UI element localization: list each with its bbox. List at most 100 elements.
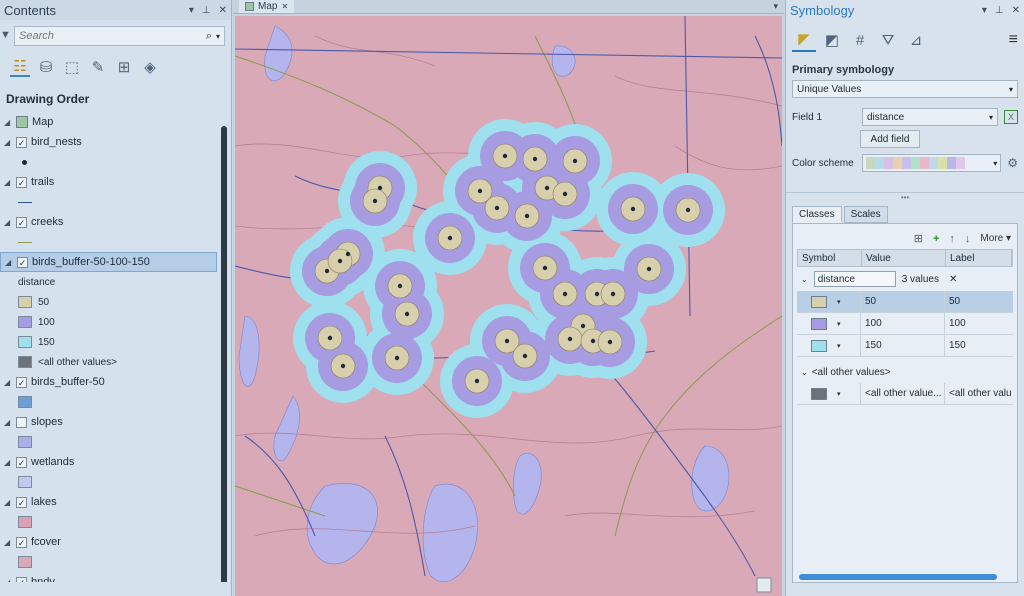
chevron-down-icon[interactable]: ▾ xyxy=(837,298,841,306)
add-all-values-icon[interactable]: ⊞ xyxy=(914,232,923,245)
expand-caret-icon[interactable]: ◢ xyxy=(4,178,12,187)
search-icon[interactable]: ⌕ xyxy=(206,30,212,43)
class-value[interactable]: 100 xyxy=(861,313,945,334)
expand-caret-icon[interactable]: ◢ xyxy=(4,498,12,507)
symbol-layers-icon[interactable]: # xyxy=(848,28,872,52)
chevron-down-icon[interactable]: ⌄ xyxy=(801,368,808,377)
polygon-swatch[interactable] xyxy=(18,436,32,448)
bird-nest-point[interactable] xyxy=(324,268,330,274)
group-heading-input[interactable]: distance xyxy=(813,271,896,287)
layer-birds-buffer-50-100-150[interactable]: ◢ ✓ birds_buffer-50-100-150 xyxy=(0,252,217,272)
horizontal-scrollbar[interactable] xyxy=(799,574,997,580)
legend-swatch[interactable] xyxy=(18,356,32,368)
polygon-swatch[interactable] xyxy=(18,516,32,528)
chevron-down-icon[interactable]: ▾ xyxy=(837,320,841,328)
pane-options-icon[interactable]: ▾ xyxy=(982,5,987,16)
bird-nest-point[interactable] xyxy=(594,291,600,297)
bird-nest-point[interactable] xyxy=(504,338,510,344)
filter-icon[interactable]: ▼ xyxy=(0,29,11,43)
class-value[interactable]: <all other value... xyxy=(861,383,945,404)
pane-options-icon[interactable]: ▾ xyxy=(189,5,194,16)
bird-nest-point[interactable] xyxy=(340,363,346,369)
bird-nest-point[interactable] xyxy=(524,213,530,219)
expand-caret-icon[interactable]: ◢ xyxy=(4,118,12,127)
layer-lakes[interactable]: ◢ ✓ lakes xyxy=(0,492,231,512)
map-tab[interactable]: Map ✕ xyxy=(239,0,295,13)
bird-nest-point[interactable] xyxy=(502,153,508,159)
expression-icon[interactable]: X xyxy=(1004,110,1018,124)
tab-classes[interactable]: Classes xyxy=(792,206,842,223)
bird-nest-point[interactable] xyxy=(397,283,403,289)
map-view[interactable]: Map ✕ ▾ xyxy=(233,0,784,596)
list-by-labeling-icon[interactable]: ◈ xyxy=(140,57,160,77)
layer-trails[interactable]: ◢ ✓ trails xyxy=(0,172,231,192)
bird-nest-point[interactable] xyxy=(630,206,636,212)
class-row[interactable]: ▾ 100 100 xyxy=(797,313,1013,335)
polygon-symbol[interactable] xyxy=(0,472,231,492)
expand-caret-icon[interactable]: ◢ xyxy=(4,538,12,547)
symbol-swatch[interactable] xyxy=(811,387,827,400)
add-field-button[interactable]: Add field xyxy=(860,130,920,148)
list-by-source-icon[interactable]: ⛁ xyxy=(36,57,56,77)
class-label[interactable]: 50 xyxy=(945,296,1013,307)
list-by-snapping-icon[interactable]: ⊞ xyxy=(114,57,134,77)
col-value[interactable]: Value xyxy=(862,250,946,266)
chevron-down-icon[interactable]: ▾ xyxy=(837,390,841,398)
legend-swatch[interactable] xyxy=(18,296,32,308)
chevron-down-icon[interactable]: ▾ xyxy=(773,1,778,12)
col-symbol[interactable]: Symbol xyxy=(798,250,862,266)
layer-bndy[interactable]: ◢ ✓ bndy xyxy=(0,572,231,582)
class-label[interactable]: 100 xyxy=(945,318,1013,329)
more-button[interactable]: More ▾ xyxy=(980,233,1011,244)
primary-symbology-tab-icon[interactable]: ◤ xyxy=(792,28,816,52)
toc-scrollbar[interactable] xyxy=(221,126,227,582)
map-node[interactable]: ◢ Map xyxy=(0,112,231,132)
bird-nest-point[interactable] xyxy=(562,191,568,197)
layer-visibility-checkbox[interactable]: ✓ xyxy=(16,496,27,508)
bird-nest-point[interactable] xyxy=(580,323,586,329)
bird-nest-point[interactable] xyxy=(544,185,550,191)
bird-nest-point[interactable] xyxy=(372,198,378,204)
map-navigator-icon[interactable] xyxy=(756,577,772,593)
list-by-drawing-order-icon[interactable]: ☷ xyxy=(10,57,30,77)
line-symbol[interactable] xyxy=(0,192,231,212)
bird-nest-point[interactable] xyxy=(572,158,578,164)
bird-nest-point[interactable] xyxy=(542,265,548,271)
polygon-symbol[interactable] xyxy=(0,512,231,532)
expand-caret-icon[interactable]: ◢ xyxy=(4,378,12,387)
bird-nest-point[interactable] xyxy=(394,355,400,361)
add-class-icon[interactable]: + xyxy=(933,233,939,245)
bird-nest-point[interactable] xyxy=(532,156,538,162)
layer-birds-buffer-50[interactable]: ◢ ✓ birds_buffer-50 xyxy=(0,372,231,392)
move-up-icon[interactable]: ↑ xyxy=(949,233,955,245)
bird-nest-point[interactable] xyxy=(345,251,351,257)
tab-scales[interactable]: Scales xyxy=(843,206,888,223)
bird-nest-point[interactable] xyxy=(646,266,652,272)
list-by-selection-icon[interactable]: ⬚ xyxy=(62,57,82,77)
expand-caret-icon[interactable]: ◢ xyxy=(4,418,12,427)
primary-symbology-dropdown[interactable]: Unique Values ▾ xyxy=(792,80,1018,98)
bird-nest-point[interactable] xyxy=(685,207,691,213)
layer-fcover[interactable]: ◢ ✓ fcover xyxy=(0,532,231,552)
expand-caret-icon[interactable]: ◢ xyxy=(4,138,12,147)
expand-caret-icon[interactable]: ◢ xyxy=(4,458,12,467)
bird-nest-point[interactable] xyxy=(447,235,453,241)
layer-visibility-checkbox[interactable]: ✓ xyxy=(16,216,27,228)
move-down-icon[interactable]: ↓ xyxy=(965,233,971,245)
polygon-swatch[interactable] xyxy=(18,396,32,408)
bird-nest-point[interactable] xyxy=(562,291,568,297)
bird-nest-point[interactable] xyxy=(377,185,383,191)
pane-splitter[interactable]: ••• xyxy=(786,192,1024,202)
layer-wetlands[interactable]: ◢ ✓ wetlands xyxy=(0,452,231,472)
advanced-symbology-icon[interactable]: ⛛ xyxy=(876,28,900,52)
close-icon[interactable]: ✕ xyxy=(1012,5,1020,16)
bird-nest-point[interactable] xyxy=(522,353,528,359)
polygon-symbol[interactable] xyxy=(0,432,231,452)
class-row[interactable]: ▾ 50 50 xyxy=(797,291,1013,313)
layer-visibility-checkbox[interactable]: ✓ xyxy=(16,576,27,582)
map-canvas[interactable] xyxy=(235,16,782,596)
chevron-down-icon[interactable]: ▾ xyxy=(216,32,220,41)
bird-nest-point[interactable] xyxy=(607,339,613,345)
col-label[interactable]: Label xyxy=(946,250,1012,266)
chevron-down-icon[interactable]: ⌄ xyxy=(801,275,808,284)
